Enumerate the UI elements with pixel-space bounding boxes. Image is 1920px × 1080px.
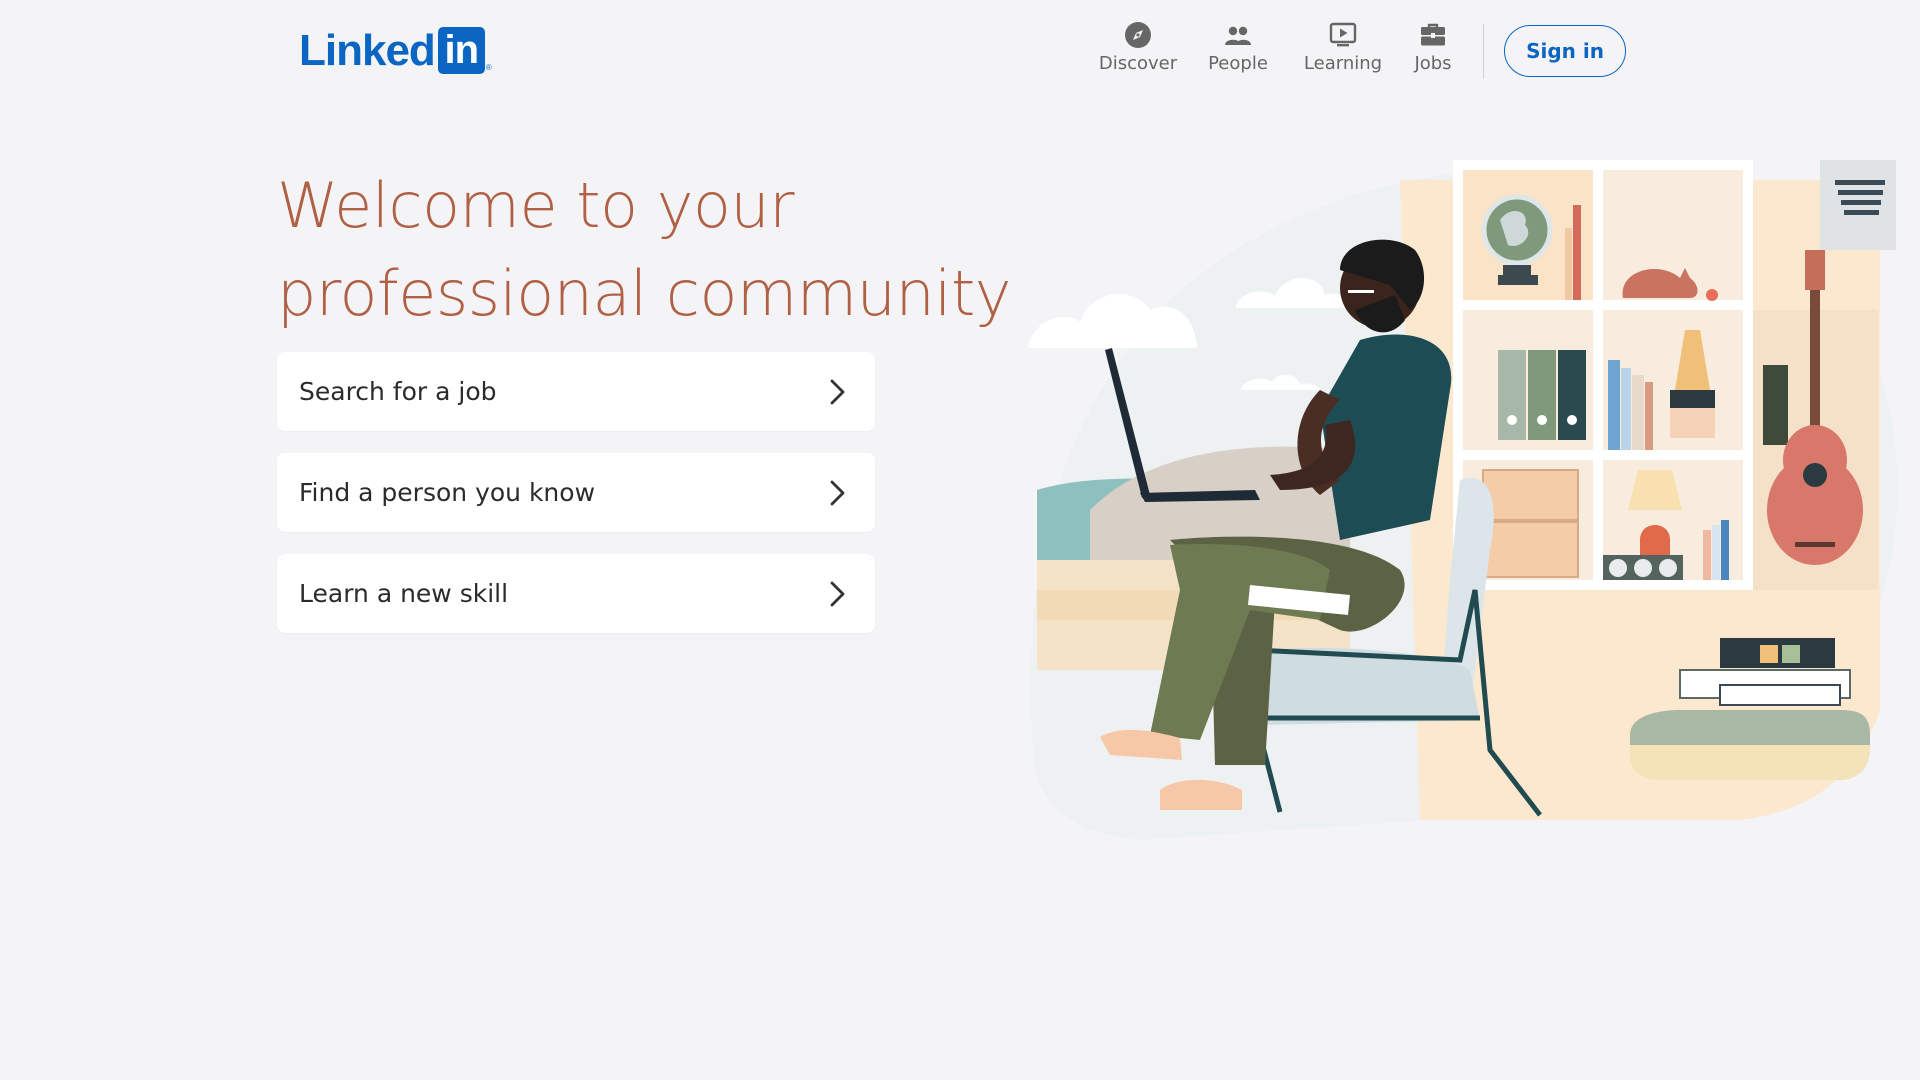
nav-label: Jobs [1414,53,1452,74]
chevron-right-icon [827,478,849,508]
learn-skill-button[interactable]: Learn a new skill [277,554,875,633]
action-label: Search for a job [299,377,497,406]
play-icon [1329,22,1357,47]
logo-registered-mark: ® [485,63,492,72]
linkedin-landing-page: Linked in ® Discover People Learning Job… [0,0,1920,1080]
top-nav: Discover People Learning Jobs Sign in [1080,20,1626,80]
nav-item-jobs[interactable]: Jobs [1398,20,1468,80]
nav-divider [1483,24,1484,79]
hero-illustration [1028,160,1898,841]
compass-icon [1125,22,1151,48]
drawer-unit [1482,469,1579,578]
floor-cushion [1630,710,1870,780]
sign-in-button[interactable]: Sign in [1504,25,1626,77]
page-title: Welcome to your professional community [277,162,1037,338]
action-label: Find a person you know [299,478,596,507]
action-label: Learn a new skill [299,579,509,608]
briefcase-icon [1421,23,1445,46]
nav-label: Learning [1303,53,1383,74]
nav-item-people[interactable]: People [1193,20,1283,80]
action-list: Search for a job Find a person you know … [277,352,875,655]
binders [1498,350,1586,440]
search-job-button[interactable]: Search for a job [277,352,875,431]
chevron-right-icon [827,377,849,407]
logo-in-box: in [437,27,485,74]
headline-line-1: Welcome to your [277,169,795,242]
nav-item-learning[interactable]: Learning [1293,20,1393,80]
linkedin-logo[interactable]: Linked in ® [299,27,492,74]
logo-wordmark: Linked [299,25,436,75]
nav-label: Discover [1098,53,1178,74]
nav-label: People [1208,53,1268,74]
find-person-button[interactable]: Find a person you know [277,453,875,532]
nav-item-discover[interactable]: Discover [1093,20,1183,80]
chevron-right-icon [827,579,849,609]
people-icon [1225,26,1251,45]
headline-line-2: professional community [277,257,1012,330]
